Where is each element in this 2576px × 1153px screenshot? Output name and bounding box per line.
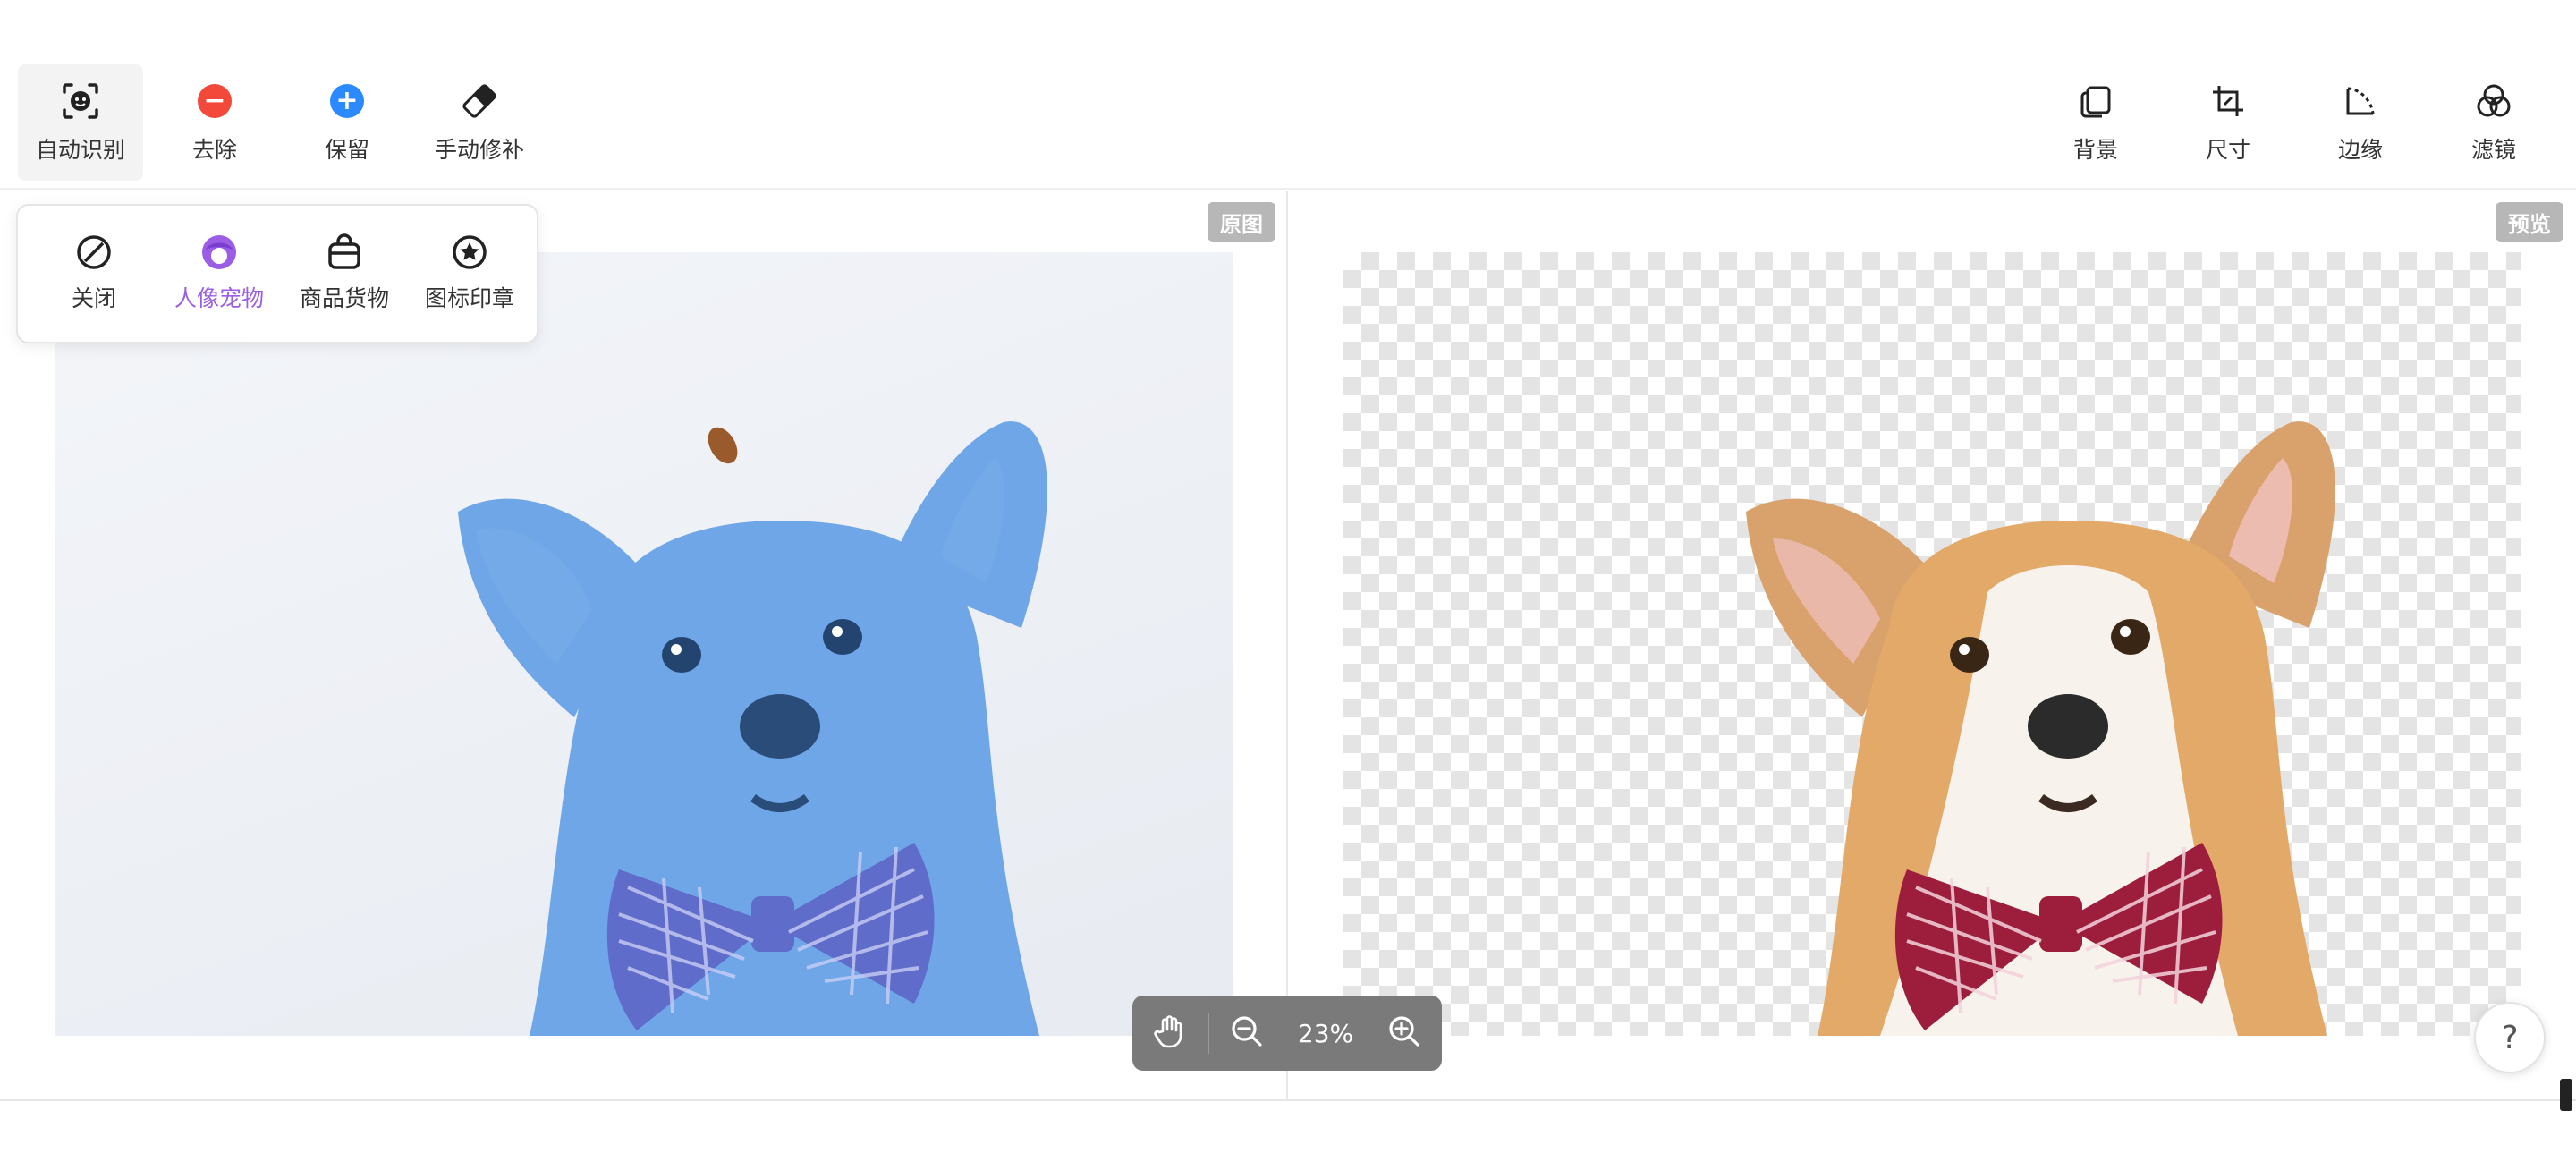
background-button[interactable]: 背景 — [2033, 64, 2158, 181]
edge-button[interactable]: 边缘 — [2298, 64, 2423, 181]
stamp-icon — [450, 233, 489, 272]
zoom-control-bar: 23% — [1132, 996, 1442, 1071]
remove-button[interactable]: − 去除 — [152, 64, 277, 181]
help-button[interactable]: ? — [2474, 1002, 2546, 1073]
keep-label: 保留 — [324, 137, 369, 163]
preview-panel: 预览 — [1288, 191, 2576, 1100]
preview-dog-image — [1746, 421, 2335, 1036]
filter-button[interactable]: 滤镜 — [2431, 64, 2556, 181]
size-label: 尺寸 — [2205, 137, 2250, 163]
mode-off-label: 关闭 — [71, 285, 116, 311]
mode-product-option[interactable]: 商品货物 — [286, 233, 402, 322]
auto-detect-icon — [60, 81, 101, 122]
mode-off-option[interactable]: 关闭 — [36, 233, 152, 322]
manual-repair-button[interactable]: 手动修补 — [417, 64, 542, 181]
size-button[interactable]: 尺寸 — [2165, 64, 2291, 181]
recognition-mode-popup: 关闭 人像宠物 商品货物 图标印章 — [16, 204, 538, 343]
filter-label: 滤镜 — [2470, 137, 2516, 163]
original-tag: 原图 — [1208, 202, 1275, 242]
background-label: 背景 — [2072, 137, 2118, 163]
disable-icon — [74, 233, 114, 272]
original-image-canvas[interactable] — [55, 252, 1233, 1036]
mode-portrait-option[interactable]: 人像宠物 — [161, 233, 277, 322]
mode-product-label: 商品货物 — [299, 285, 389, 311]
mode-stamp-option[interactable]: 图标印章 — [411, 233, 528, 322]
remove-label: 去除 — [191, 137, 237, 163]
remove-icon: − — [194, 81, 235, 122]
hand-pan-icon — [1152, 1013, 1188, 1053]
product-bag-icon — [325, 233, 364, 272]
zoom-in-button[interactable] — [1367, 996, 1442, 1071]
zoom-out-button[interactable] — [1209, 996, 1284, 1071]
keep-icon: + — [326, 81, 368, 122]
zoom-out-icon — [1229, 1013, 1265, 1053]
mode-stamp-label: 图标印章 — [424, 285, 514, 311]
zoom-in-icon — [1386, 1013, 1422, 1053]
background-icon — [2075, 81, 2116, 122]
bottom-border — [0, 1099, 2576, 1101]
portrait-icon — [199, 233, 239, 272]
zoom-level: 23% — [1297, 1018, 1354, 1048]
crop-icon — [2207, 81, 2249, 122]
edge-label: 边缘 — [2337, 137, 2383, 163]
eraser-icon — [459, 81, 500, 122]
original-dog-image — [458, 421, 1047, 1036]
preview-image-canvas[interactable] — [1343, 252, 2521, 1036]
edge-icon — [2340, 81, 2381, 122]
manual-repair-label: 手动修补 — [434, 137, 524, 163]
filter-icon — [2473, 81, 2514, 122]
top-toolbar: 自动识别 − 去除 + 保留 手动修补 背景 尺寸 边缘 滤镜 — [0, 0, 2576, 190]
keep-button[interactable]: + 保留 — [284, 64, 410, 181]
scroll-handle[interactable] — [2560, 1079, 2572, 1111]
auto-detect-button[interactable]: 自动识别 — [18, 64, 143, 181]
hand-pan-button[interactable] — [1132, 996, 1208, 1071]
preview-tag: 预览 — [2496, 202, 2563, 242]
mode-portrait-label: 人像宠物 — [174, 285, 264, 311]
auto-detect-label: 自动识别 — [35, 137, 125, 163]
